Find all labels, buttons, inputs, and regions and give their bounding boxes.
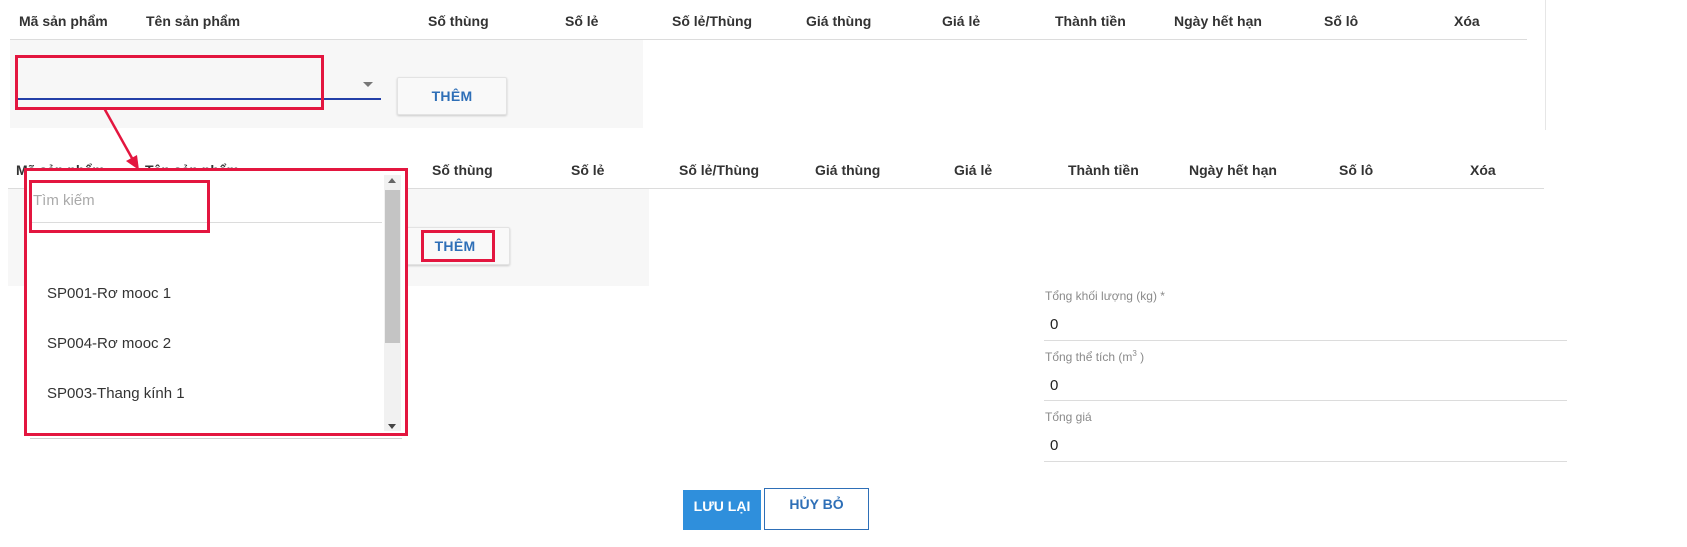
annotation-box-add <box>421 230 495 262</box>
header-so-lo: Số lô <box>1324 13 1359 29</box>
header-so-thung: Số thùng <box>428 13 489 29</box>
header-so-le-2: Số lẻ <box>571 162 605 178</box>
total-price-underline <box>1044 461 1567 462</box>
total-volume-label: Tổng thể tích (m3 ) <box>1045 349 1144 364</box>
header-ma-san-pham: Mã sản phẩm <box>19 13 108 29</box>
header-gia-le-2: Giá lẻ <box>954 162 993 178</box>
header-so-le-thung-2: Số lẻ/Thùng <box>679 162 760 178</box>
header-so-le: Số lẻ <box>565 13 599 29</box>
cancel-button[interactable]: HỦY BỎ <box>764 488 869 530</box>
header-gia-le: Giá lẻ <box>942 13 981 29</box>
header-ten-san-pham: Tên sản phẩm <box>146 13 241 29</box>
header-gia-thung-2: Giá thùng <box>815 162 881 178</box>
annotation-box-select <box>15 55 324 110</box>
dropdown-bottom-edge <box>30 438 402 439</box>
header-xoa-2: Xóa <box>1470 162 1496 178</box>
caret-down-icon[interactable] <box>363 82 373 87</box>
header-so-thung-2: Số thùng <box>432 162 493 178</box>
header-thanh-tien: Thành tiền <box>1055 13 1126 29</box>
header-ngay-het-han-2: Ngày hết hạn <box>1189 162 1277 178</box>
header-so-le-thung: Số lẻ/Thùng <box>672 13 753 29</box>
header-xoa: Xóa <box>1454 13 1480 29</box>
annotation-box-dropdown <box>24 168 408 436</box>
total-price-label: Tổng giá <box>1045 410 1092 424</box>
total-volume-field[interactable]: 0 <box>1050 377 1550 394</box>
total-volume-label-suffix: ) <box>1136 350 1145 364</box>
header-so-lo-2: Số lô <box>1339 162 1374 178</box>
add-button-top[interactable]: THÊM <box>397 77 507 115</box>
save-button[interactable]: LƯU LẠI <box>683 490 761 530</box>
total-volume-underline <box>1044 400 1567 401</box>
header-thanh-tien-2: Thành tiền <box>1068 162 1139 178</box>
header-ngay-het-han: Ngày hết hạn <box>1174 13 1262 29</box>
total-weight-field[interactable]: 0 <box>1050 316 1550 333</box>
header-gia-thung: Giá thùng <box>806 13 872 29</box>
total-weight-label: Tổng khối lượng (kg) * <box>1045 289 1165 303</box>
total-weight-underline <box>1044 340 1567 341</box>
page-edge-divider <box>1545 0 1546 130</box>
total-price-field[interactable]: 0 <box>1050 437 1550 454</box>
total-volume-label-prefix: Tổng thể tích (m <box>1045 350 1133 364</box>
